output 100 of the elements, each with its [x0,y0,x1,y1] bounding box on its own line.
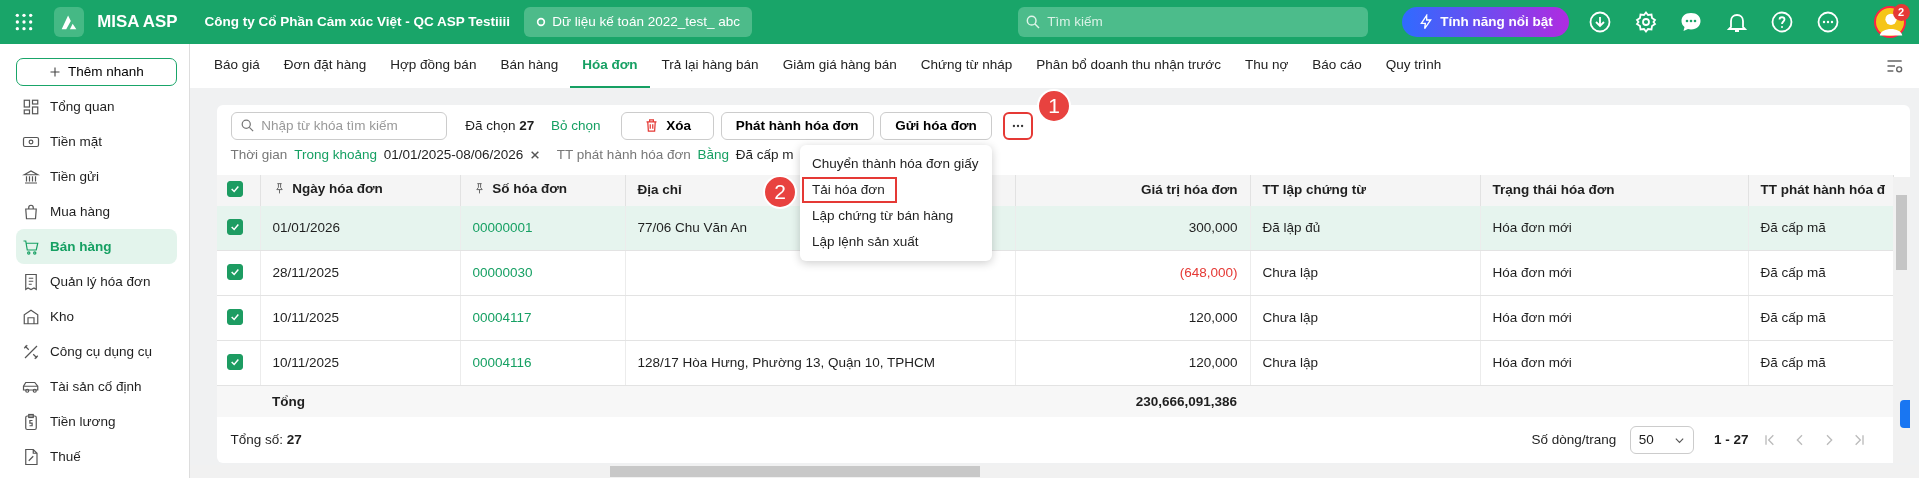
table-cell: (648,000) [1179,265,1238,281]
column-header: Số hóa đơn [492,179,568,198]
checkbox[interactable] [227,354,243,371]
clipboard-icon [22,412,40,431]
tab[interactable]: Chứng từ nháp [908,44,1025,88]
sidebar-item[interactable]: Tiền mặt [16,124,177,160]
tab[interactable]: Quy trình [1373,44,1454,88]
filter-value: Đã cấp m [735,145,794,164]
filter-operator: Trong khoảng [294,145,377,164]
sidebar-item[interactable]: Tiền lương [16,404,177,440]
clear-selection-link[interactable]: Bỏ chọn [551,115,601,136]
filter-operator: Bằng [697,145,730,164]
feature-button[interactable]: Tính năng nổi bật [1401,7,1569,37]
check-icon [230,221,240,232]
settings-icon[interactable] [1633,10,1658,34]
quick-add-button[interactable]: Thêm nhanh [16,58,177,86]
table-cell: 77/06 Chu Văn An [637,219,748,235]
toolbar-button[interactable]: Gửi hóa đơn [880,111,992,140]
total-label: Tổng [272,392,305,411]
column-header: TT lập chứng từ [1262,181,1367,200]
sidebar-item[interactable]: Tiền gửi [16,159,177,195]
sidebar-item[interactable]: Mua hàng [16,194,177,230]
grid-icon [22,97,40,116]
app-name: MISA ASP [97,11,178,34]
help-icon[interactable] [1770,10,1795,34]
table-cell: Hóa đơn mới [1492,310,1572,326]
sidebar-item[interactable]: Tài sản cố định [16,369,177,405]
lightning-icon [1417,14,1434,30]
menu-item[interactable]: Chuyển thành hóa đơn giấy [802,151,991,177]
search-icon [239,118,255,134]
plus-icon [49,66,62,78]
collapse-handle[interactable] [1900,400,1910,428]
filter-field: Thời gian [230,144,288,165]
rows-per-page-select[interactable]: 50 [1629,426,1694,455]
delete-button[interactable]: Xóa [621,111,714,140]
tab[interactable]: Bán hàng [488,44,571,88]
filter-value: 01/01/2025-08/06/2026 [383,145,524,164]
tab[interactable]: Phân bổ doanh thu nhận trước [1024,44,1233,88]
sidebar-item[interactable]: Quản lý hóa đơn [16,264,177,300]
checkbox[interactable] [227,181,243,198]
table-cell: 120,000 [1188,310,1238,326]
rows-per-page-label: Số dòng/trang [1531,431,1617,449]
tab[interactable]: Trả lại hàng bán [649,44,771,88]
search-icon [1024,14,1041,30]
table-cell: Chưa lập [1262,355,1319,371]
tab[interactable]: Đơn đặt hàng [271,44,379,88]
check-icon [230,357,240,368]
tab[interactable]: Thu nợ [1232,44,1301,88]
table-cell: 300,000 [1188,219,1238,235]
sidebar-item[interactable]: Công cụ dụng cụ [16,334,177,370]
checkbox[interactable] [227,309,243,326]
column-header: Địa chỉ [637,181,682,200]
invoice-number-link[interactable]: 00004116 [472,355,532,371]
table-cell: Chưa lập [1262,265,1319,281]
sidebar-item[interactable]: Thuế [16,439,177,475]
sidebar-item[interactable]: Tổng quan [16,89,177,125]
close-icon[interactable] [530,149,541,160]
table-cell: Đã lập đủ [1262,219,1321,235]
app-grid-icon[interactable] [13,12,34,32]
tab[interactable]: Báo giá [202,44,272,88]
column-header: Trạng thái hóa đơn [1492,181,1615,200]
table-cell: 28/11/2025 [272,265,340,281]
toolbar-button[interactable]: Phát hành hóa đơn [720,111,874,140]
cart-icon [22,237,40,256]
receipt-icon [22,272,40,291]
table-cell: 10/11/2025 [272,310,340,326]
sidebar-item[interactable]: Kho [16,299,177,335]
tools-icon [22,342,40,361]
menu-item[interactable]: Lập chứng từ bán hàng [802,203,966,229]
table-cell: Đã cấp mã [1760,310,1826,326]
circle-icon [535,17,546,27]
more-button[interactable] [1002,111,1033,140]
selected-count: Đã chọn 27 [465,116,535,135]
menu-item[interactable]: Lập lệnh sản xuất [802,229,931,255]
table-cell: Hóa đơn mới [1492,355,1572,371]
download-icon[interactable] [1588,10,1613,34]
checkbox[interactable] [227,264,243,281]
more-icon[interactable] [1815,10,1840,34]
invoice-number-link[interactable]: 00000030 [472,265,533,281]
notification-badge: 2 [1892,4,1910,21]
document-icon [22,447,40,466]
table-cell: Đã cấp mã [1760,355,1826,371]
table-cell: Đã cấp mã [1760,219,1826,235]
tab[interactable]: Giảm giá hàng bán [770,44,909,88]
total-count: Tổng số: 27 [230,431,302,449]
table-cell: Hóa đơn mới [1492,265,1572,281]
warehouse-icon [22,307,40,326]
column-header: TT phát hành hóa đ [1760,181,1885,200]
table-cell: 120,000 [1188,355,1238,371]
tab[interactable]: Hợp đồng bán [378,44,489,88]
total-amount: 230,666,091,386 [1135,392,1237,411]
page-range: 1 - 27 [1713,431,1749,449]
table-cell: Hóa đơn mới [1492,219,1572,235]
step-number: 1 [1037,89,1071,123]
check-icon [230,312,240,323]
table-cell: 01/01/2026 [272,219,341,235]
trash-icon [644,118,660,134]
checkbox[interactable] [227,218,243,235]
table-cell: Đã cấp mã [1760,265,1826,281]
tab[interactable]: Báo cáo [1300,44,1374,88]
